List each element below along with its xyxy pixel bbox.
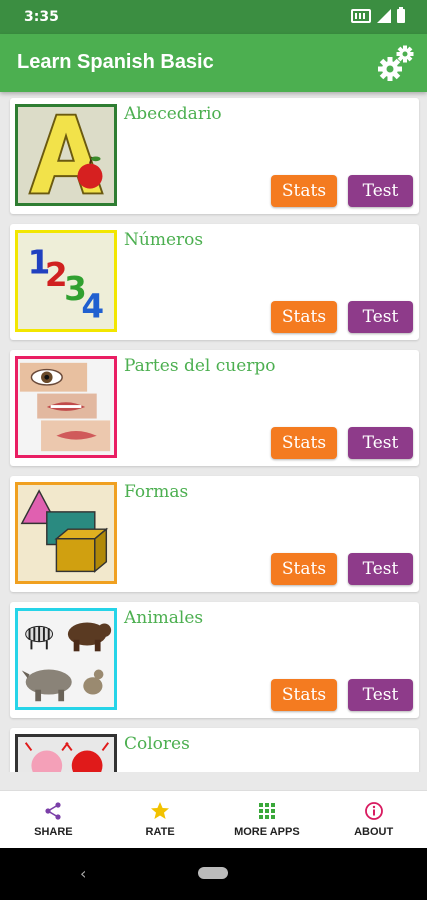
apps-grid-icon <box>258 803 275 819</box>
status-bar: 3:35 <box>0 0 427 34</box>
home-pill-icon[interactable] <box>198 867 228 879</box>
colors-image <box>18 737 114 772</box>
category-list[interactable]: Abecedario Stats Test 1 2 3 4 Números St… <box>0 92 427 772</box>
letter-a-apple-image <box>18 107 114 203</box>
category-thumbnail <box>15 356 117 458</box>
category-title: Abecedario <box>124 104 222 124</box>
test-button[interactable]: Test <box>348 301 413 333</box>
status-time: 3:35 <box>24 9 59 25</box>
bottom-nav: SHARE RATE MORE APPS ABOUT <box>0 790 427 848</box>
nav-label: RATE <box>145 826 175 838</box>
category-thumbnail <box>15 482 117 584</box>
category-thumbnail <box>15 608 117 710</box>
about-button[interactable]: ABOUT <box>320 791 427 848</box>
category-title: Partes del cuerpo <box>124 356 276 376</box>
more-apps-button[interactable]: MORE APPS <box>214 791 321 848</box>
category-card-formas[interactable]: Formas Stats Test <box>10 476 419 592</box>
shapes-image <box>18 485 114 581</box>
signal-icon <box>377 9 391 23</box>
battery-icon <box>397 7 405 23</box>
info-icon <box>364 802 383 820</box>
body-parts-image <box>18 359 114 455</box>
system-nav-bar: ‹ <box>0 848 427 900</box>
test-button[interactable]: Test <box>348 679 413 711</box>
category-card-numeros[interactable]: 1 2 3 4 Números Stats Test <box>10 224 419 340</box>
test-button[interactable]: Test <box>348 427 413 459</box>
stats-button[interactable]: Stats <box>271 553 337 585</box>
settings-button[interactable] <box>375 42 417 84</box>
cast-icon <box>351 9 371 23</box>
category-title: Formas <box>124 482 189 502</box>
category-card-colores[interactable]: Colores <box>10 728 419 772</box>
stats-button[interactable]: Stats <box>271 427 337 459</box>
nav-label: ABOUT <box>354 826 394 838</box>
category-thumbnail <box>15 734 117 772</box>
svg-text:4: 4 <box>81 287 104 325</box>
app-bar: Learn Spanish Basic <box>0 34 427 92</box>
stats-button[interactable]: Stats <box>271 175 337 207</box>
category-card-abecedario[interactable]: Abecedario Stats Test <box>10 98 419 214</box>
stats-button[interactable]: Stats <box>271 679 337 711</box>
test-button[interactable]: Test <box>348 553 413 585</box>
app-title: Learn Spanish Basic <box>17 51 214 73</box>
category-title: Animales <box>124 608 204 628</box>
star-icon <box>151 802 170 819</box>
category-thumbnail <box>15 104 117 206</box>
nav-label: SHARE <box>34 826 73 838</box>
category-title: Colores <box>124 734 190 754</box>
share-button[interactable]: SHARE <box>0 791 107 848</box>
category-thumbnail: 1 2 3 4 <box>15 230 117 332</box>
category-title: Números <box>124 230 204 250</box>
numbers-image: 1 2 3 4 <box>18 233 114 329</box>
animals-image <box>18 611 114 707</box>
nav-label: MORE APPS <box>234 826 300 838</box>
status-icons <box>351 7 405 23</box>
test-button[interactable]: Test <box>348 175 413 207</box>
back-icon[interactable]: ‹ <box>80 864 86 883</box>
category-card-partes-del-cuerpo[interactable]: Partes del cuerpo Stats Test <box>10 350 419 466</box>
gear-icon <box>378 45 414 81</box>
rate-button[interactable]: RATE <box>107 791 214 848</box>
stats-button[interactable]: Stats <box>271 301 337 333</box>
share-icon <box>45 802 61 820</box>
category-card-animales[interactable]: Animales Stats Test <box>10 602 419 718</box>
